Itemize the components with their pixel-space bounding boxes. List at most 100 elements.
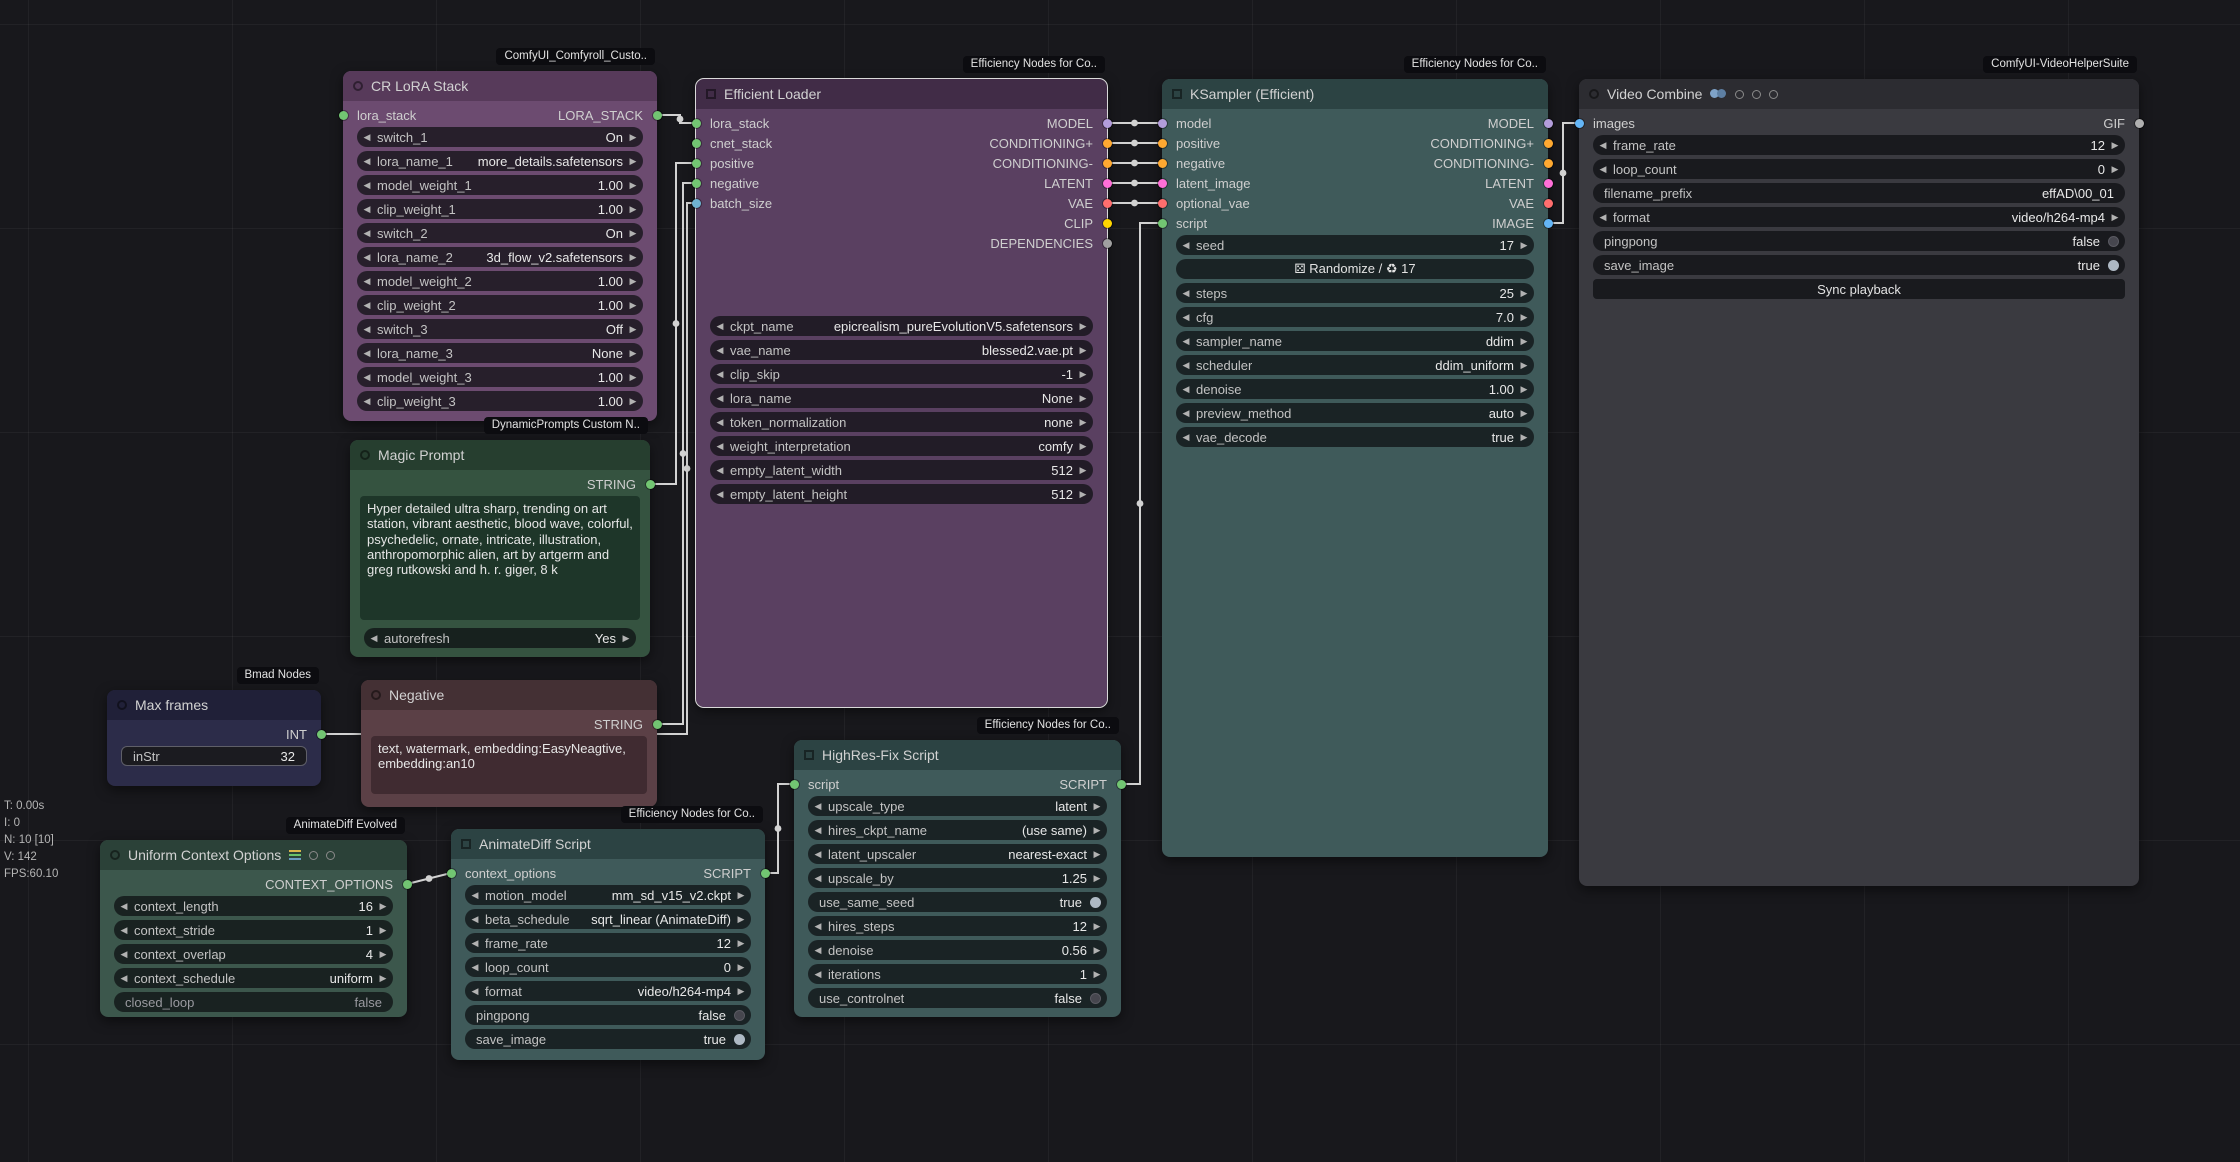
stepper-right-arrow[interactable]: ▶ [1087, 801, 1107, 812]
widget-inStr[interactable]: inStr32 [121, 746, 307, 766]
widget-sampler_name[interactable]: ◀sampler_nameddim▶ [1176, 331, 1534, 351]
graph-canvas[interactable]: ComfyUI_Comfyroll_Custo..CR LoRA Stacklo… [0, 0, 2240, 1162]
widget-beta_schedule[interactable]: ◀beta_schedulesqrt_linear (AnimateDiff)▶ [465, 909, 751, 929]
stepper-left-arrow[interactable]: ◀ [465, 938, 485, 949]
toggle-knob-use_controlnet[interactable] [1090, 993, 1101, 1004]
prompt-textarea[interactable]: text, watermark, embedding:EasyNeagtive,… [371, 736, 647, 794]
stepper-right-arrow[interactable]: ▶ [1514, 360, 1534, 371]
stepper-left-arrow[interactable]: ◀ [808, 825, 828, 836]
collapse-dot-icon[interactable] [110, 850, 120, 860]
stepper-left-arrow[interactable]: ◀ [357, 204, 377, 215]
widget-switch_3[interactable]: ◀switch_3Off▶ [357, 319, 643, 339]
stepper-left-arrow[interactable]: ◀ [710, 465, 730, 476]
stepper-right-arrow[interactable]: ▶ [1087, 921, 1107, 932]
output-dot-LORA_STACK[interactable] [653, 111, 662, 120]
widget-pingpong[interactable]: pingpongfalse [465, 1005, 751, 1025]
node-uniform_context[interactable]: AnimateDiff EvolvedUniform Context Optio… [100, 840, 407, 1017]
widget-seed[interactable]: ◀seed17▶ [1176, 235, 1534, 255]
stepper-left-arrow[interactable]: ◀ [114, 973, 134, 984]
stepper-right-arrow[interactable]: ▶ [1073, 441, 1093, 452]
stepper-right-arrow[interactable]: ▶ [623, 204, 643, 215]
input-dot-negative[interactable] [1158, 159, 1167, 168]
widget-preview_method[interactable]: ◀preview_methodauto▶ [1176, 403, 1534, 423]
collapse-dot-icon[interactable] [1589, 89, 1599, 99]
node-cr_lora_stack[interactable]: ComfyUI_Comfyroll_Custo..CR LoRA Stacklo… [343, 71, 657, 421]
node-animatediff_script[interactable]: Efficiency Nodes for Co..AnimateDiff Scr… [451, 829, 765, 1060]
widget-loop_count[interactable]: ◀loop_count0▶ [1593, 159, 2125, 179]
input-dot-batch_size[interactable] [692, 199, 701, 208]
stepper-left-arrow[interactable]: ◀ [357, 396, 377, 407]
sliders-icon[interactable] [289, 850, 301, 860]
input-dot-optional_vae[interactable] [1158, 199, 1167, 208]
collapse-square-icon[interactable] [461, 839, 471, 849]
node-header[interactable]: Max frames [107, 690, 321, 720]
input-dot-script[interactable] [1158, 219, 1167, 228]
widget-model_weight_2[interactable]: ◀model_weight_21.00▶ [357, 271, 643, 291]
stepper-left-arrow[interactable]: ◀ [808, 969, 828, 980]
stepper-right-arrow[interactable]: ▶ [373, 949, 393, 960]
widget-empty_latent_height[interactable]: ◀empty_latent_height512▶ [710, 484, 1093, 504]
stepper-left-arrow[interactable]: ◀ [1176, 432, 1196, 443]
input-dot-positive[interactable] [692, 159, 701, 168]
stepper-right-arrow[interactable]: ▶ [1073, 393, 1093, 404]
stepper-right-arrow[interactable]: ▶ [623, 180, 643, 191]
widget-vae_name[interactable]: ◀vae_nameblessed2.vae.pt▶ [710, 340, 1093, 360]
node-header[interactable]: KSampler (Efficient) [1162, 79, 1548, 109]
stepper-left-arrow[interactable]: ◀ [357, 324, 377, 335]
widget-save_image[interactable]: save_imagetrue [465, 1029, 751, 1049]
output-dot-GIF[interactable] [2135, 119, 2144, 128]
stepper-right-arrow[interactable]: ▶ [1073, 417, 1093, 428]
stepper-right-arrow[interactable]: ▶ [1073, 465, 1093, 476]
stepper-right-arrow[interactable]: ▶ [2105, 140, 2125, 151]
output-dot-LATENT[interactable] [1544, 179, 1553, 188]
stepper-right-arrow[interactable]: ▶ [1073, 321, 1093, 332]
output-dot-VAE[interactable] [1103, 199, 1112, 208]
stepper-right-arrow[interactable]: ▶ [1514, 312, 1534, 323]
node-max_frames[interactable]: Bmad NodesMax framesINTinStr32 [107, 690, 321, 786]
stepper-right-arrow[interactable]: ▶ [1514, 336, 1534, 347]
users-icon[interactable] [1710, 88, 1727, 100]
widget-save_image[interactable]: save_imagetrue [1593, 255, 2125, 275]
stepper-right-arrow[interactable]: ▶ [623, 228, 643, 239]
collapse-dot-icon[interactable] [117, 700, 127, 710]
stepper-left-arrow[interactable]: ◀ [1593, 212, 1613, 223]
input-dot-negative[interactable] [692, 179, 701, 188]
output-dot-SCRIPT[interactable] [1117, 780, 1126, 789]
stepper-right-arrow[interactable]: ▶ [373, 901, 393, 912]
stepper-right-arrow[interactable]: ▶ [1073, 369, 1093, 380]
stepper-left-arrow[interactable]: ◀ [710, 441, 730, 452]
stepper-right-arrow[interactable]: ▶ [2105, 164, 2125, 175]
output-dot-STRING[interactable] [646, 480, 655, 489]
randomize-button[interactable]: ⚄ Randomize / ♻ 17 [1176, 259, 1534, 279]
stepper-left-arrow[interactable]: ◀ [357, 228, 377, 239]
node-ksampler[interactable]: Efficiency Nodes for Co..KSampler (Effic… [1162, 79, 1548, 857]
circle-icon[interactable] [1769, 90, 1778, 99]
input-dot-script[interactable] [790, 780, 799, 789]
stepper-left-arrow[interactable]: ◀ [1176, 336, 1196, 347]
widget-filename_prefix[interactable]: filename_prefixeffAD\00_01 [1593, 183, 2125, 203]
widget-clip_weight_2[interactable]: ◀clip_weight_21.00▶ [357, 295, 643, 315]
stepper-right-arrow[interactable]: ▶ [731, 986, 751, 997]
output-dot-MODEL[interactable] [1103, 119, 1112, 128]
stepper-left-arrow[interactable]: ◀ [357, 348, 377, 359]
node-video_combine[interactable]: ComfyUI-VideoHelperSuiteVideo Combineima… [1579, 79, 2139, 886]
output-dot-IMAGE[interactable] [1544, 219, 1553, 228]
stepper-left-arrow[interactable]: ◀ [710, 489, 730, 500]
collapse-dot-icon[interactable] [360, 450, 370, 460]
stepper-left-arrow[interactable]: ◀ [465, 962, 485, 973]
stepper-left-arrow[interactable]: ◀ [710, 321, 730, 332]
stepper-right-arrow[interactable]: ▶ [623, 300, 643, 311]
circle-icon[interactable] [1752, 90, 1761, 99]
node-header[interactable]: Efficient Loader [696, 79, 1107, 109]
widget-pingpong[interactable]: pingpongfalse [1593, 231, 2125, 251]
widget-loop_count[interactable]: ◀loop_count0▶ [465, 957, 751, 977]
stepper-right-arrow[interactable]: ▶ [1087, 873, 1107, 884]
output-dot-LATENT[interactable] [1103, 179, 1112, 188]
stepper-right-arrow[interactable]: ▶ [616, 633, 636, 644]
output-dot-CONDITIONING-[interactable] [1544, 159, 1553, 168]
input-dot-lora_stack[interactable] [692, 119, 701, 128]
stepper-left-arrow[interactable]: ◀ [1176, 312, 1196, 323]
stepper-left-arrow[interactable]: ◀ [710, 417, 730, 428]
stepper-left-arrow[interactable]: ◀ [114, 949, 134, 960]
stepper-left-arrow[interactable]: ◀ [1593, 164, 1613, 175]
